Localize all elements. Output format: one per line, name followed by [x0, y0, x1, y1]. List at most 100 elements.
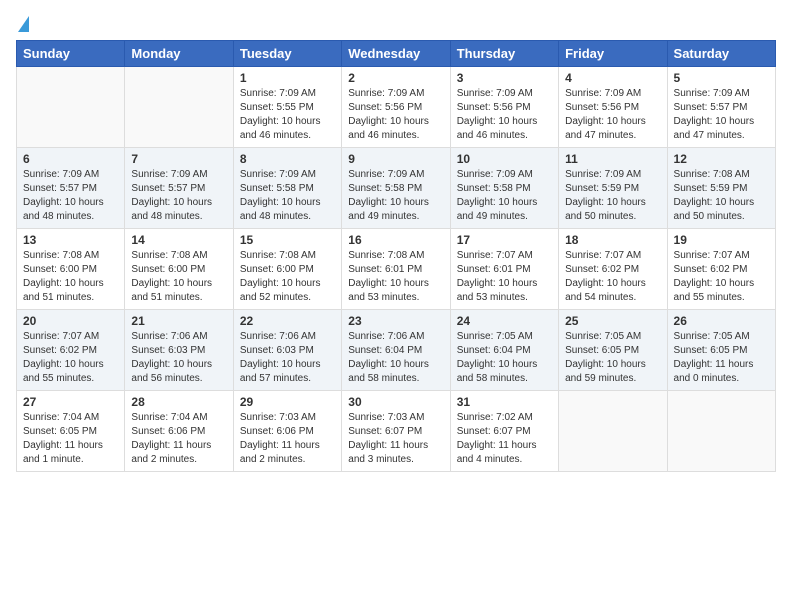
calendar-week-row: 13 Sunrise: 7:08 AMSunset: 6:00 PMDayligh… — [17, 229, 776, 310]
calendar-cell: 12 Sunrise: 7:08 AMSunset: 5:59 PMDayligh… — [667, 148, 775, 229]
day-info: Sunrise: 7:03 AMSunset: 6:06 PMDaylight:… — [240, 411, 335, 467]
day-info: Sunrise: 7:06 AMSunset: 6:04 PMDaylight:… — [348, 330, 443, 386]
calendar-cell: 10Sunrise: 7:09 AMSunset: 5:58 PMDayligh… — [450, 148, 558, 229]
day-info: Sunrise: 7:09 AMSunset: 5:58 PMDaylight:… — [348, 168, 443, 224]
weekday-header-sunday: Sunday — [17, 41, 125, 67]
calendar-cell: 15 Sunrise: 7:08 AMSunset: 6:00 PMDayligh… — [233, 229, 341, 310]
day-number: 24 — [457, 314, 552, 328]
logo — [16, 16, 29, 30]
day-info: Sunrise: 7:09 AMSunset: 5:57 PMDaylight:… — [23, 168, 118, 224]
day-number: 7 — [131, 152, 226, 166]
calendar-cell: 31 Sunrise: 7:02 AMSunset: 6:07 PMDayligh… — [450, 391, 558, 472]
day-info: Sunrise: 7:09 AMSunset: 5:55 PMDaylight:… — [240, 87, 335, 143]
day-number: 15 — [240, 233, 335, 247]
calendar-cell: 27Sunrise: 7:04 AMSunset: 6:05 PMDayligh… — [17, 391, 125, 472]
calendar-cell: 11Sunrise: 7:09 AMSunset: 5:59 PMDayligh… — [559, 148, 667, 229]
calendar-cell: 20 Sunrise: 7:07 AMSunset: 6:02 PMDayligh… — [17, 310, 125, 391]
day-info: Sunrise: 7:07 AMSunset: 6:02 PMDaylight:… — [674, 249, 769, 305]
day-number: 6 — [23, 152, 118, 166]
day-number: 28 — [131, 395, 226, 409]
weekday-header-row: SundayMondayTuesdayWednesdayThursdayFrid… — [17, 41, 776, 67]
day-info: Sunrise: 7:07 AMSunset: 6:01 PMDaylight:… — [457, 249, 552, 305]
day-info: Sunrise: 7:09 AMSunset: 5:56 PMDaylight:… — [457, 87, 552, 143]
day-info: Sunrise: 7:07 AMSunset: 6:02 PMDaylight:… — [565, 249, 660, 305]
weekday-header-monday: Monday — [125, 41, 233, 67]
day-info: Sunrise: 7:09 AMSunset: 5:58 PMDaylight:… — [457, 168, 552, 224]
day-info: Sunrise: 7:08 AMSunset: 6:00 PMDaylight:… — [240, 249, 335, 305]
day-number: 4 — [565, 71, 660, 85]
day-number: 1 — [240, 71, 335, 85]
calendar-cell: 21 Sunrise: 7:06 AMSunset: 6:03 PMDayligh… — [125, 310, 233, 391]
day-number: 5 — [674, 71, 769, 85]
day-number: 31 — [457, 395, 552, 409]
calendar-week-row: 27Sunrise: 7:04 AMSunset: 6:05 PMDayligh… — [17, 391, 776, 472]
day-number: 8 — [240, 152, 335, 166]
day-number: 17 — [457, 233, 552, 247]
calendar-cell — [667, 391, 775, 472]
calendar-week-row: 1 Sunrise: 7:09 AMSunset: 5:55 PMDaylight… — [17, 67, 776, 148]
calendar-week-row: 20 Sunrise: 7:07 AMSunset: 6:02 PMDayligh… — [17, 310, 776, 391]
day-info: Sunrise: 7:09 AMSunset: 5:57 PMDaylight:… — [674, 87, 769, 143]
day-number: 26 — [674, 314, 769, 328]
calendar-table: SundayMondayTuesdayWednesdayThursdayFrid… — [16, 40, 776, 472]
calendar-cell: 24 Sunrise: 7:05 AMSunset: 6:04 PMDayligh… — [450, 310, 558, 391]
calendar-cell: 8Sunrise: 7:09 AMSunset: 5:58 PMDaylight… — [233, 148, 341, 229]
day-info: Sunrise: 7:05 AMSunset: 6:04 PMDaylight:… — [457, 330, 552, 386]
calendar-cell — [559, 391, 667, 472]
calendar-cell: 28 Sunrise: 7:04 AMSunset: 6:06 PMDayligh… — [125, 391, 233, 472]
calendar-cell: 26 Sunrise: 7:05 AMSunset: 6:05 PMDayligh… — [667, 310, 775, 391]
day-number: 30 — [348, 395, 443, 409]
day-info: Sunrise: 7:04 AMSunset: 6:05 PMDaylight:… — [23, 411, 118, 467]
day-info: Sunrise: 7:08 AMSunset: 6:00 PMDaylight:… — [23, 249, 118, 305]
day-info: Sunrise: 7:08 AMSunset: 6:01 PMDaylight:… — [348, 249, 443, 305]
calendar-cell: 13 Sunrise: 7:08 AMSunset: 6:00 PMDayligh… — [17, 229, 125, 310]
day-info: Sunrise: 7:03 AMSunset: 6:07 PMDaylight:… — [348, 411, 443, 467]
day-info: Sunrise: 7:08 AMSunset: 6:00 PMDaylight:… — [131, 249, 226, 305]
day-info: Sunrise: 7:07 AMSunset: 6:02 PMDaylight:… — [23, 330, 118, 386]
weekday-header-tuesday: Tuesday — [233, 41, 341, 67]
day-number: 22 — [240, 314, 335, 328]
weekday-header-friday: Friday — [559, 41, 667, 67]
calendar-cell: 1 Sunrise: 7:09 AMSunset: 5:55 PMDaylight… — [233, 67, 341, 148]
day-number: 14 — [131, 233, 226, 247]
calendar-week-row: 6 Sunrise: 7:09 AMSunset: 5:57 PMDaylight… — [17, 148, 776, 229]
day-number: 12 — [674, 152, 769, 166]
calendar-cell: 4Sunrise: 7:09 AMSunset: 5:56 PMDaylight… — [559, 67, 667, 148]
day-info: Sunrise: 7:09 AMSunset: 5:57 PMDaylight:… — [131, 168, 226, 224]
calendar-cell: 16 Sunrise: 7:08 AMSunset: 6:01 PMDayligh… — [342, 229, 450, 310]
calendar-cell: 9 Sunrise: 7:09 AMSunset: 5:58 PMDaylight… — [342, 148, 450, 229]
day-info: Sunrise: 7:02 AMSunset: 6:07 PMDaylight:… — [457, 411, 552, 467]
day-number: 21 — [131, 314, 226, 328]
day-number: 20 — [23, 314, 118, 328]
calendar-cell: 2Sunrise: 7:09 AMSunset: 5:56 PMDaylight… — [342, 67, 450, 148]
day-number: 9 — [348, 152, 443, 166]
calendar-cell: 25Sunrise: 7:05 AMSunset: 6:05 PMDayligh… — [559, 310, 667, 391]
calendar-cell: 18 Sunrise: 7:07 AMSunset: 6:02 PMDayligh… — [559, 229, 667, 310]
calendar-cell: 6 Sunrise: 7:09 AMSunset: 5:57 PMDaylight… — [17, 148, 125, 229]
logo-triangle-icon — [18, 16, 29, 32]
day-number: 3 — [457, 71, 552, 85]
calendar-cell: 23 Sunrise: 7:06 AMSunset: 6:04 PMDayligh… — [342, 310, 450, 391]
day-info: Sunrise: 7:06 AMSunset: 6:03 PMDaylight:… — [131, 330, 226, 386]
calendar-cell: 22 Sunrise: 7:06 AMSunset: 6:03 PMDayligh… — [233, 310, 341, 391]
day-info: Sunrise: 7:09 AMSunset: 5:59 PMDaylight:… — [565, 168, 660, 224]
page-header — [16, 16, 776, 30]
day-number: 18 — [565, 233, 660, 247]
weekday-header-saturday: Saturday — [667, 41, 775, 67]
day-info: Sunrise: 7:05 AMSunset: 6:05 PMDaylight:… — [674, 330, 769, 386]
calendar-cell: 5 Sunrise: 7:09 AMSunset: 5:57 PMDaylight… — [667, 67, 775, 148]
day-info: Sunrise: 7:06 AMSunset: 6:03 PMDaylight:… — [240, 330, 335, 386]
calendar-cell: 7 Sunrise: 7:09 AMSunset: 5:57 PMDaylight… — [125, 148, 233, 229]
day-info: Sunrise: 7:08 AMSunset: 5:59 PMDaylight:… — [674, 168, 769, 224]
day-info: Sunrise: 7:04 AMSunset: 6:06 PMDaylight:… — [131, 411, 226, 467]
day-info: Sunrise: 7:09 AMSunset: 5:56 PMDaylight:… — [348, 87, 443, 143]
day-info: Sunrise: 7:05 AMSunset: 6:05 PMDaylight:… — [565, 330, 660, 386]
day-number: 16 — [348, 233, 443, 247]
calendar-cell — [17, 67, 125, 148]
calendar-cell: 3 Sunrise: 7:09 AMSunset: 5:56 PMDaylight… — [450, 67, 558, 148]
calendar-cell: 17 Sunrise: 7:07 AMSunset: 6:01 PMDayligh… — [450, 229, 558, 310]
day-number: 23 — [348, 314, 443, 328]
calendar-cell: 19 Sunrise: 7:07 AMSunset: 6:02 PMDayligh… — [667, 229, 775, 310]
day-number: 13 — [23, 233, 118, 247]
day-number: 19 — [674, 233, 769, 247]
